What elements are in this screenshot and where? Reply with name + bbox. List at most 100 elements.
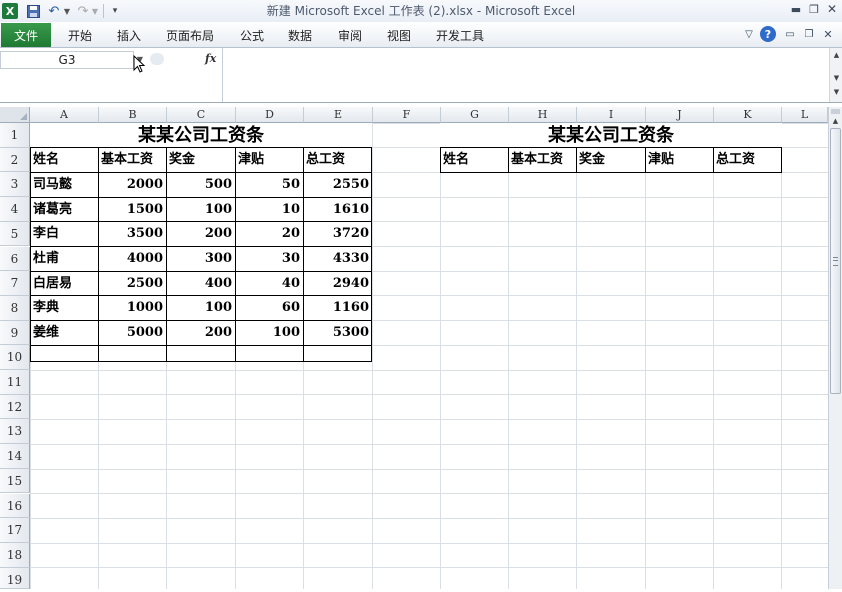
- table-row-name[interactable]: 司马懿: [30, 172, 98, 197]
- scroll-up-icon[interactable]: ▲: [831, 117, 840, 126]
- table-row-allowance[interactable]: 50: [235, 172, 300, 197]
- cell-area[interactable]: 某某公司工资条 姓名 基本工资 奖金 津贴 总工资 司马懿 2000 500 5…: [30, 123, 828, 589]
- row-header-11[interactable]: 11: [0, 370, 30, 395]
- column-header-f[interactable]: F: [373, 107, 441, 123]
- right-header-bonus[interactable]: 奖金: [576, 147, 645, 172]
- table-row-bonus[interactable]: 200: [166, 221, 232, 246]
- row-header-18[interactable]: 18: [0, 542, 30, 568]
- column-header-i[interactable]: I: [577, 107, 646, 123]
- right-header-name[interactable]: 姓名: [440, 147, 508, 172]
- row-header-14[interactable]: 14: [0, 444, 30, 469]
- name-box[interactable]: G3: [0, 51, 134, 69]
- table-row-total[interactable]: 5300: [303, 320, 369, 345]
- row-header-15[interactable]: 15: [0, 468, 30, 494]
- left-header-base[interactable]: 基本工资: [98, 147, 166, 172]
- left-header-allowance[interactable]: 津贴: [235, 147, 303, 172]
- tab-formulas[interactable]: 公式: [240, 27, 264, 44]
- table-row-base[interactable]: 2000: [98, 172, 163, 197]
- table-row-name[interactable]: 白居易: [30, 271, 98, 296]
- row-header-1[interactable]: 1: [0, 123, 30, 148]
- close-button[interactable]: ✕: [824, 1, 840, 17]
- table-row-name[interactable]: 姜维: [30, 320, 98, 345]
- row-header-5[interactable]: 5: [0, 221, 30, 247]
- table-row-base[interactable]: 5000: [98, 320, 163, 345]
- row-header-9[interactable]: 9: [0, 320, 30, 346]
- split-handle[interactable]: [831, 109, 840, 114]
- row-header-3[interactable]: 3: [0, 172, 30, 198]
- select-all-button[interactable]: [0, 107, 30, 123]
- table-row-bonus[interactable]: 100: [166, 197, 232, 222]
- tab-home[interactable]: 开始: [68, 27, 92, 44]
- tab-view[interactable]: 视图: [387, 27, 411, 44]
- table-row-total[interactable]: 3720: [303, 221, 369, 246]
- row-header-7[interactable]: 7: [0, 271, 30, 296]
- right-header-allowance[interactable]: 津贴: [645, 147, 713, 172]
- table-row-bonus[interactable]: 300: [166, 246, 232, 271]
- row-header-6[interactable]: 6: [0, 246, 30, 272]
- table-row-name[interactable]: 杜甫: [30, 246, 98, 271]
- tab-data[interactable]: 数据: [288, 27, 312, 44]
- row-header-2[interactable]: 2: [0, 147, 30, 173]
- help-icon[interactable]: ?: [760, 26, 776, 42]
- row-header-8[interactable]: 8: [0, 295, 30, 321]
- vertical-scrollbar[interactable]: ▲: [828, 107, 842, 589]
- row-header-17[interactable]: 17: [0, 518, 30, 543]
- table-row-name[interactable]: 李白: [30, 221, 98, 246]
- table-row-allowance[interactable]: 100: [235, 320, 300, 345]
- table-row-total[interactable]: 1160: [303, 295, 369, 320]
- table-row-allowance[interactable]: 10: [235, 197, 300, 222]
- column-header-d[interactable]: D: [236, 107, 304, 123]
- table-row-total[interactable]: 4330: [303, 246, 369, 271]
- table-row-bonus[interactable]: 500: [166, 172, 232, 197]
- table-row-base[interactable]: 1500: [98, 197, 163, 222]
- expand-formula-bar-icon[interactable]: ▼: [832, 88, 841, 97]
- table-row-allowance[interactable]: 40: [235, 271, 300, 296]
- table-row-bonus[interactable]: 400: [166, 271, 232, 296]
- row-header-16[interactable]: 16: [0, 493, 30, 519]
- scroll-down-icon[interactable]: ▼: [832, 74, 841, 83]
- row-header-10[interactable]: 10: [0, 345, 30, 370]
- table-row-bonus[interactable]: 200: [166, 320, 232, 345]
- left-header-total[interactable]: 总工资: [303, 147, 372, 172]
- left-header-name[interactable]: 姓名: [30, 147, 98, 172]
- table-row-base[interactable]: 4000: [98, 246, 163, 271]
- table-row-base[interactable]: 1000: [98, 295, 163, 320]
- table-row-total[interactable]: 2940: [303, 271, 369, 296]
- row-header-12[interactable]: 12: [0, 394, 30, 420]
- table-row-total[interactable]: 1610: [303, 197, 369, 222]
- left-sheet-title[interactable]: 某某公司工资条: [30, 123, 372, 148]
- ribbon-collapse-icon[interactable]: ▽: [743, 26, 755, 42]
- scroll-up-icon[interactable]: ▲: [832, 51, 841, 60]
- minimize-button[interactable]: ▬: [788, 1, 804, 17]
- formula-input[interactable]: [224, 48, 828, 102]
- workbook-minimize-icon[interactable]: ▭: [784, 26, 796, 42]
- formula-bar-resize-handle[interactable]: [150, 53, 164, 65]
- table-row-allowance[interactable]: 60: [235, 295, 300, 320]
- column-header-j[interactable]: J: [646, 107, 714, 123]
- column-header-g[interactable]: G: [441, 107, 509, 123]
- table-row-allowance[interactable]: 30: [235, 246, 300, 271]
- row-header-13[interactable]: 13: [0, 419, 30, 445]
- row-header-4[interactable]: 4: [0, 197, 30, 222]
- table-row-total[interactable]: 2550: [303, 172, 369, 197]
- restore-button[interactable]: ❐: [806, 1, 822, 17]
- insert-function-button[interactable]: fx: [205, 51, 219, 67]
- tab-insert[interactable]: 插入: [117, 27, 141, 44]
- column-header-e[interactable]: E: [304, 107, 373, 123]
- table-row-name[interactable]: 诸葛亮: [30, 197, 98, 222]
- right-sheet-title[interactable]: 某某公司工资条: [440, 123, 782, 148]
- column-header-k[interactable]: K: [714, 107, 782, 123]
- workbook-close-icon[interactable]: ✕: [822, 26, 834, 42]
- formula-bar-scrollbar[interactable]: ▲ ▼ ▼: [829, 48, 842, 102]
- column-header-l[interactable]: L: [782, 107, 828, 123]
- table-row-base[interactable]: 2500: [98, 271, 163, 296]
- table-row-bonus[interactable]: 100: [166, 295, 232, 320]
- tab-developer[interactable]: 开发工具: [436, 27, 484, 44]
- column-header-h[interactable]: H: [509, 107, 577, 123]
- scrollbar-thumb[interactable]: [830, 128, 841, 394]
- column-header-a[interactable]: A: [30, 107, 99, 123]
- workbook-restore-icon[interactable]: ❐: [803, 26, 815, 42]
- table-row-allowance[interactable]: 20: [235, 221, 300, 246]
- tab-review[interactable]: 审阅: [338, 27, 362, 44]
- left-header-bonus[interactable]: 奖金: [166, 147, 235, 172]
